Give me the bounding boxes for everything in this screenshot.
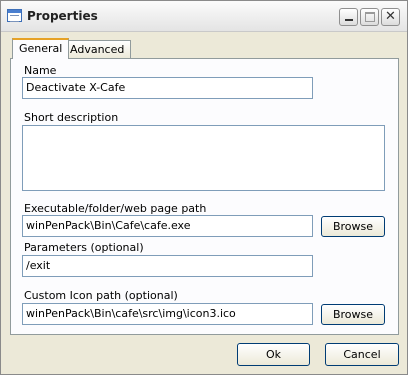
title-bar[interactable]: Properties ✕	[1, 1, 407, 32]
path-label: Executable/folder/web page path	[24, 202, 207, 215]
name-field[interactable]: Deactivate X-Cafe	[22, 77, 313, 99]
browse-path-button[interactable]: Browse	[321, 216, 385, 237]
properties-dialog: Properties ✕ General Advanced Name Deact…	[0, 0, 408, 375]
properties-icon	[7, 9, 22, 22]
maximize-icon	[365, 12, 375, 22]
browse-icon-button[interactable]: Browse	[321, 304, 385, 325]
parameters-label: Parameters (optional)	[24, 241, 144, 254]
custom-icon-field[interactable]: winPenPack\Bin\cafe\src\img\icon3.ico	[22, 303, 313, 325]
close-icon: ✕	[385, 9, 396, 24]
short-description-field[interactable]	[22, 125, 385, 191]
close-button[interactable]: ✕	[381, 8, 400, 26]
minimize-button[interactable]	[339, 8, 358, 26]
maximize-button[interactable]	[360, 8, 379, 26]
tab-advanced[interactable]: Advanced	[63, 40, 132, 58]
tab-general[interactable]: General	[12, 38, 70, 59]
path-field[interactable]: winPenPack\Bin\Cafe\cafe.exe	[22, 215, 313, 237]
cancel-button[interactable]: Cancel	[325, 343, 399, 366]
name-label: Name	[24, 64, 57, 77]
parameters-field[interactable]: /exit	[22, 255, 313, 277]
minimize-icon	[345, 19, 353, 21]
ok-button[interactable]: Ok	[237, 343, 310, 366]
custom-icon-label: Custom Icon path (optional)	[24, 289, 178, 302]
window-title: Properties	[27, 9, 98, 23]
short-description-label: Short description	[24, 111, 119, 124]
